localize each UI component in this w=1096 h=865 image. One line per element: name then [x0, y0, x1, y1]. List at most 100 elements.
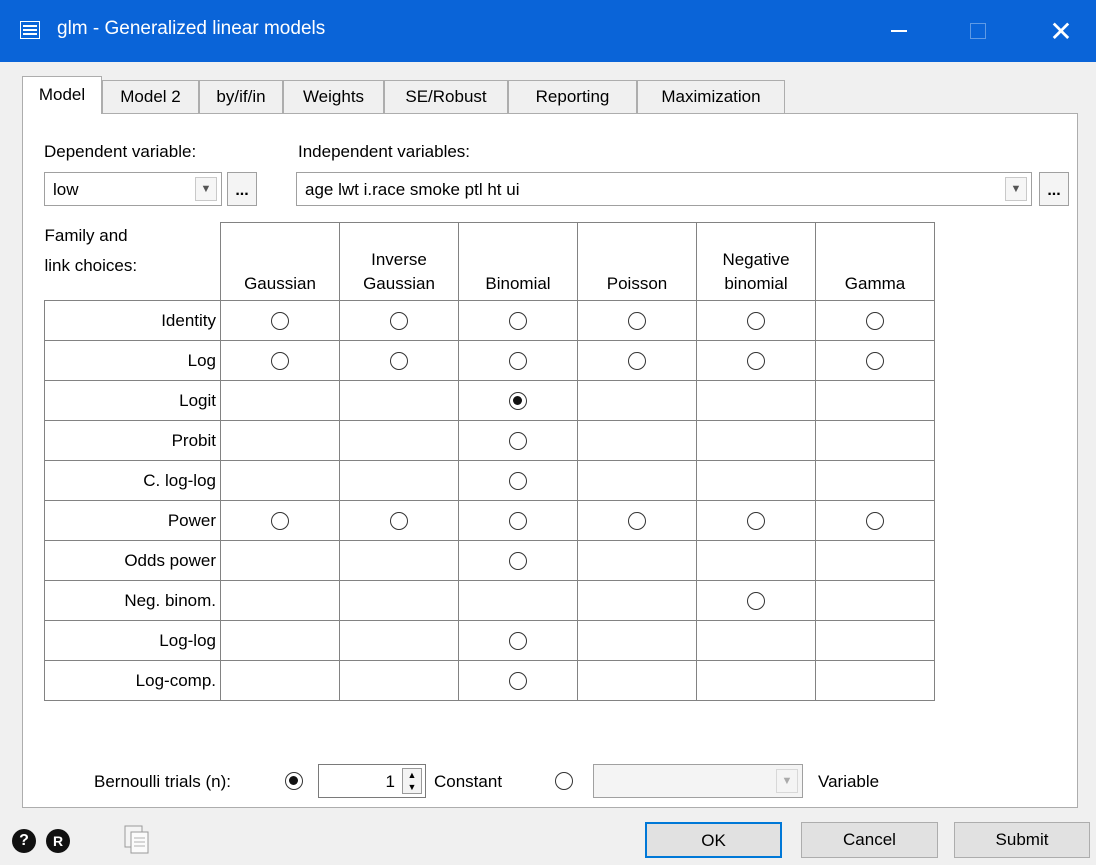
grid-cell — [815, 300, 935, 341]
bernoulli-constant-radio[interactable] — [285, 772, 303, 790]
link-label: Probit — [44, 420, 221, 461]
radio-power-negative-binomial[interactable] — [747, 512, 765, 531]
tab-model[interactable]: Model — [22, 76, 102, 114]
grid-cell — [815, 460, 935, 501]
radio-identity-gaussian[interactable] — [271, 312, 289, 331]
radio-log-binomial[interactable] — [509, 352, 527, 371]
corner-label-line: link choices: — [44, 255, 138, 275]
radio-power-inverse-gaussian[interactable] — [390, 512, 408, 531]
minimize-button[interactable] — [864, 0, 934, 62]
radio-log-inverse-gaussian[interactable] — [390, 352, 408, 371]
tab-maximization[interactable]: Maximization — [637, 80, 785, 113]
radio-power-binomial[interactable] — [509, 512, 527, 531]
radio-log-gamma[interactable] — [866, 352, 884, 371]
grid-cell — [458, 340, 578, 381]
radio-identity-negative-binomial[interactable] — [747, 312, 765, 331]
grid-cell — [339, 580, 459, 621]
close-button[interactable]: ✕ — [1026, 0, 1096, 62]
variable-label: Variable — [818, 772, 880, 791]
tab-reporting[interactable]: Reporting — [508, 80, 637, 113]
radio-probit-binomial[interactable] — [509, 432, 527, 451]
independent-browse-button[interactable]: ... — [1039, 172, 1069, 206]
grid-cell — [577, 300, 697, 341]
grid-cell — [696, 340, 816, 381]
independent-variables-combo[interactable]: age lwt i.race smoke ptl ht ui ▼ — [296, 172, 1032, 206]
tab-model-2[interactable]: Model 2 — [102, 80, 199, 113]
radio-logit-binomial[interactable] — [509, 392, 527, 411]
constant-label: Constant — [434, 772, 503, 791]
radio-log-comp-binomial[interactable] — [509, 672, 527, 691]
grid-cell — [815, 500, 935, 541]
radio-identity-gamma[interactable] — [866, 312, 884, 331]
tab-weights[interactable]: Weights — [283, 80, 384, 113]
radio-power-gaussian[interactable] — [271, 512, 289, 531]
radio-log-log-binomial[interactable] — [509, 632, 527, 651]
spin-down-icon[interactable]: ▼ — [403, 781, 421, 793]
bernoulli-variable-radio[interactable] — [555, 772, 573, 790]
help-icon[interactable]: ? — [12, 829, 36, 853]
grid-cell — [458, 660, 578, 701]
radio-odds-power-binomial[interactable] — [509, 552, 527, 571]
grid-cell — [577, 500, 697, 541]
grid-cell — [339, 340, 459, 381]
chevron-down-icon[interactable]: ▼ — [776, 769, 798, 793]
radio-identity-binomial[interactable] — [509, 312, 527, 331]
grid-cell — [696, 500, 816, 541]
maximize-button[interactable] — [943, 0, 1013, 62]
spin-up-icon[interactable]: ▲ — [403, 769, 421, 781]
link-label: C. log-log — [44, 460, 221, 501]
grid-cell — [577, 340, 697, 381]
grid-cell — [220, 340, 340, 381]
grid-cell — [577, 620, 697, 661]
tab-by-if-in[interactable]: by/if/in — [199, 80, 283, 113]
family-header-gamma: Gamma — [815, 222, 935, 301]
spinner-buttons[interactable]: ▲ ▼ — [402, 768, 422, 794]
grid-cell — [458, 300, 578, 341]
dependent-variable-value: low — [53, 180, 79, 199]
grid-cell — [339, 300, 459, 341]
cancel-button[interactable]: Cancel — [801, 822, 938, 858]
grid-cell — [577, 540, 697, 581]
reset-icon[interactable]: R — [46, 829, 70, 853]
dependent-browse-button[interactable]: ... — [227, 172, 257, 206]
link-label: Power — [44, 500, 221, 541]
radio-log-gaussian[interactable] — [271, 352, 289, 371]
radio-log-negative-binomial[interactable] — [747, 352, 765, 371]
grid-cell — [696, 580, 816, 621]
grid-cell — [577, 380, 697, 421]
dependent-variable-combo[interactable]: low ▼ — [44, 172, 222, 206]
chevron-down-icon[interactable]: ▼ — [1005, 177, 1027, 201]
chevron-down-icon[interactable]: ▼ — [195, 177, 217, 201]
link-row-odds-power: Odds power — [44, 540, 935, 581]
family-header-binomial: Binomial — [458, 222, 578, 301]
tab-se-robust[interactable]: SE/Robust — [384, 80, 508, 113]
grid-cell — [577, 460, 697, 501]
radio-neg-binom-negative-binomial[interactable] — [747, 592, 765, 611]
radio-identity-poisson[interactable] — [628, 312, 646, 331]
grid-cell — [815, 380, 935, 421]
grid-cell — [220, 580, 340, 621]
grid-cell — [339, 460, 459, 501]
link-row-c-log-log: C. log-log — [44, 460, 935, 501]
grid-cell — [577, 580, 697, 621]
grid-cell — [339, 420, 459, 461]
link-row-log-log: Log-log — [44, 620, 935, 661]
submit-button[interactable]: Submit — [954, 822, 1090, 858]
link-row-logit: Logit — [44, 380, 935, 421]
link-label: Log — [44, 340, 221, 381]
radio-power-poisson[interactable] — [628, 512, 646, 531]
radio-identity-inverse-gaussian[interactable] — [390, 312, 408, 331]
grid-cell — [696, 300, 816, 341]
ok-button[interactable]: OK — [645, 822, 782, 858]
bernoulli-constant-spinner[interactable]: 1 ▲ ▼ — [318, 764, 426, 798]
grid-cell — [815, 620, 935, 661]
bernoulli-variable-combo[interactable]: ▼ — [593, 764, 803, 798]
radio-log-poisson[interactable] — [628, 352, 646, 371]
link-row-log: Log — [44, 340, 935, 381]
grid-cell — [696, 460, 816, 501]
grid-cell — [696, 380, 816, 421]
grid-cell — [220, 500, 340, 541]
radio-power-gamma[interactable] — [866, 512, 884, 531]
radio-c-log-log-binomial[interactable] — [509, 472, 527, 491]
copy-command-icon[interactable] — [124, 825, 150, 855]
